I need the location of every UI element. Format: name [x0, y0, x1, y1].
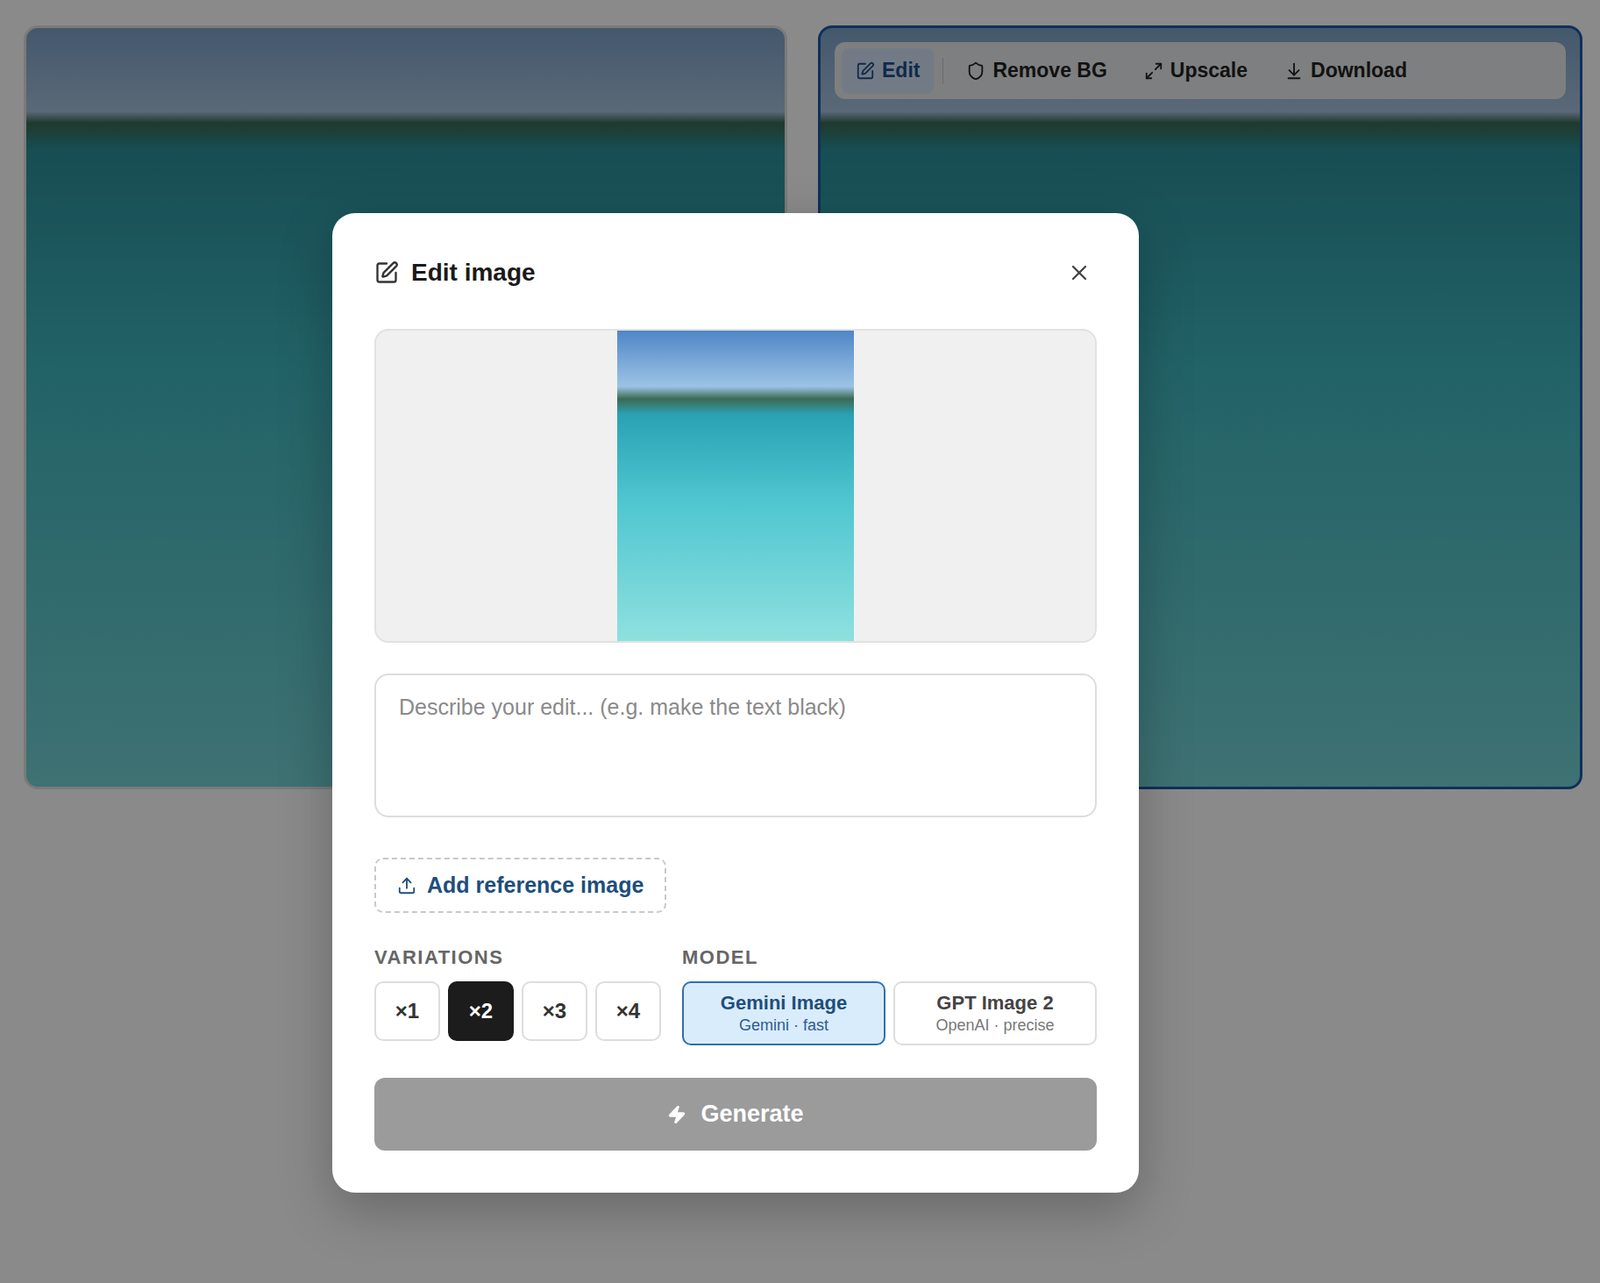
generate-button[interactable]: Generate	[374, 1077, 1097, 1151]
variation-button[interactable]: ×3	[521, 981, 588, 1041]
model-name: GPT Image 2	[936, 991, 1053, 1015]
model-label: MODEL	[682, 945, 1097, 969]
add-reference-button[interactable]: Add reference image	[374, 857, 667, 913]
variation-button[interactable]: ×2	[448, 981, 514, 1041]
model-name: Gemini Image	[720, 991, 847, 1015]
model-detail: OpenAI · precise	[935, 1016, 1054, 1035]
preview-photo	[617, 330, 854, 641]
model-group: MODELGemini ImageGemini · fastGPT Image …	[682, 945, 1097, 1046]
upload-icon	[397, 875, 417, 896]
variation-button[interactable]: ×1	[374, 981, 441, 1041]
close-button[interactable]	[1061, 255, 1097, 291]
close-icon	[1066, 260, 1092, 285]
model-button[interactable]: GPT Image 2OpenAI · precise	[893, 981, 1097, 1046]
options-grid: VARIATIONS ×1×2×3×4 MODEL Gemini ImageGemin…	[374, 945, 1097, 1046]
dialog-header: Edit image	[374, 255, 1097, 291]
edit-icon	[374, 260, 399, 285]
prompt-field[interactable]	[374, 673, 1097, 818]
model-row: Gemini ImageGemini · fastGPT Image 2Open…	[682, 981, 1097, 1046]
modal-overlay[interactable]: Edit image Add reference image VARIATIONS ×…	[0, 0, 1600, 1283]
edit-dialog: Edit image Add reference image VARIATIONS ×…	[332, 213, 1139, 1193]
page: EditRemove BGUpscaleDownloadEdit imageAd…	[0, 0, 1600, 1283]
lightning-icon	[667, 1104, 687, 1124]
model-button[interactable]: Gemini ImageGemini · fast	[682, 981, 886, 1046]
model-detail: Gemini · fast	[739, 1016, 829, 1035]
variation-button[interactable]: ×4	[595, 981, 662, 1041]
variations-row: ×1×2×3×4	[374, 981, 662, 1041]
image-preview	[374, 328, 1097, 643]
variations-group: VARIATIONS ×1×2×3×4	[374, 945, 662, 1046]
dialog-title: Edit image	[411, 258, 1050, 287]
variations-label: VARIATIONS	[374, 945, 662, 969]
